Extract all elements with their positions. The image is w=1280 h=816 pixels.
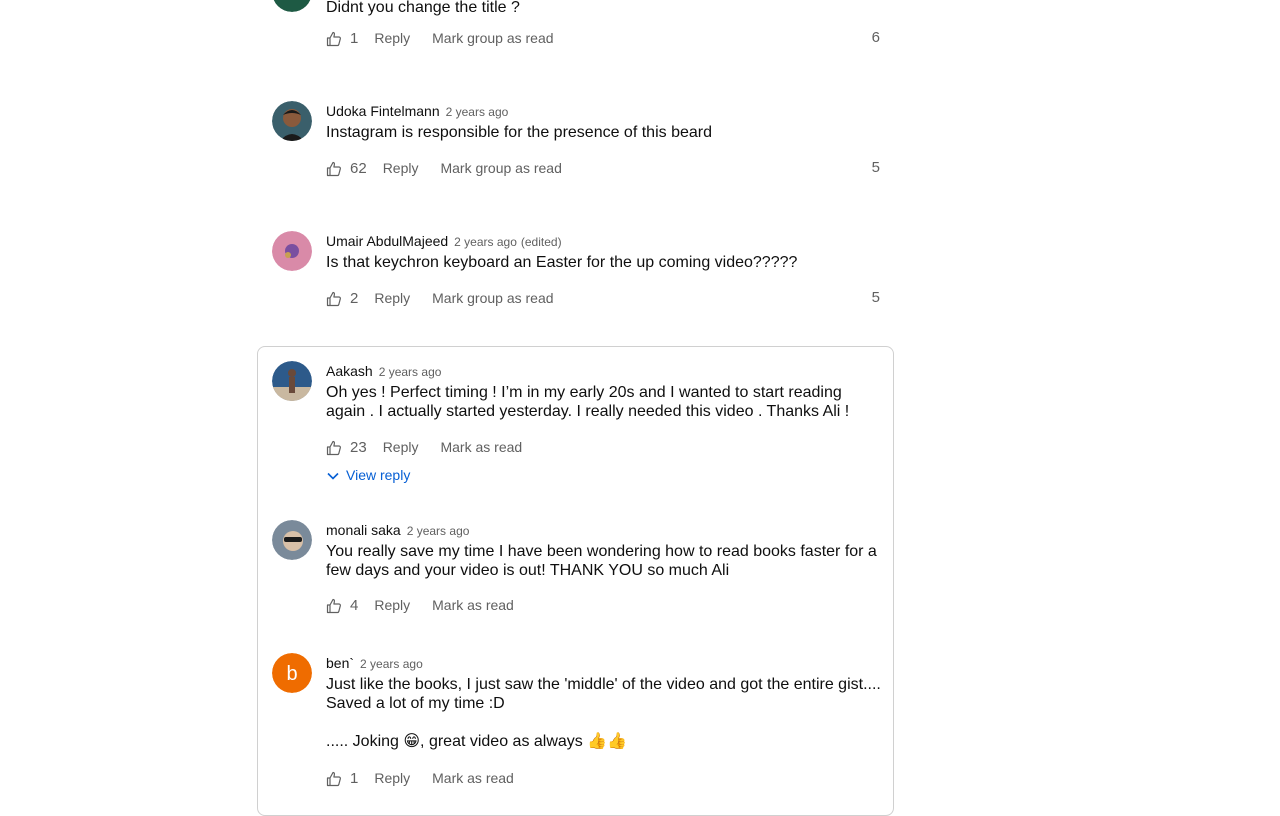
comment-header: Aakash 2 years ago [326,361,884,381]
reply-count: 5 [871,159,880,176]
timestamp[interactable]: 2 years ago [407,524,470,538]
thumbs-up-icon[interactable] [326,771,342,787]
comment-body: ben` 2 years ago Just like the books, I j… [326,653,884,751]
comment-actions: 1 Reply Mark as read [326,767,884,789]
timestamp[interactable]: 2 years ago [446,105,509,119]
thumbs-up-icon[interactable] [326,161,342,177]
mark-group-read-button[interactable]: Mark group as read [440,160,561,176]
comment-body: monali saka 2 years ago You really save m… [326,520,884,580]
thumbs-up-icon[interactable] [326,598,342,614]
reply-button[interactable]: Reply [374,597,410,613]
comment-actions: 2 Reply Mark group as read 5 [326,287,884,309]
mark-read-button[interactable]: Mark as read [432,770,514,786]
mark-read-button[interactable]: Mark as read [432,597,514,613]
avatar[interactable] [272,520,312,560]
comment-thread: Didnt you change the title ? 1 Reply Mark … [272,0,884,68]
view-reply-label: View reply [346,467,411,483]
comment-text: Instagram is responsible for the presenc… [326,124,712,141]
reply-button[interactable]: Reply [383,160,419,176]
reply-button[interactable]: Reply [374,30,410,46]
timestamp[interactable]: 2 years ago [379,365,442,379]
like-count: 23 [350,439,367,456]
comment-actions: 23 Reply Mark as read [326,436,884,458]
comment-text: Just like the books, I just saw the 'mid… [326,675,884,751]
thumbs-up-icon[interactable] [326,291,342,307]
comment-header: monali saka 2 years ago [326,520,884,540]
like-count: 1 [350,30,359,47]
avatar[interactable] [272,231,312,271]
avatar-letter: b [286,663,297,685]
avatar[interactable]: b [272,653,312,693]
edited-label: (edited) [520,235,562,249]
comment-body: Umair AbdulMajeed 2 years ago (edited) Is … [326,231,884,272]
author-name[interactable]: Aakash [326,363,373,379]
chevron-down-icon [327,473,339,480]
comment-actions: 62 Reply Mark group as read 5 [326,157,884,179]
comment-body: Aakash 2 years ago Oh yes ! Perfect timin… [326,361,884,421]
comment-text-line: Just like the books, I just saw the 'mid… [326,676,881,712]
comment-header: Udoka Fintelmann 2 years ago [326,101,884,121]
comment-body: Udoka Fintelmann 2 years ago Instagram is… [326,101,884,142]
comment-text-line: ..... Joking 😁, great video as always 👍👍 [326,733,628,750]
comment-thread: Umair AbdulMajeed 2 years ago (edited) Is … [272,231,884,321]
reply-count: 6 [871,29,880,46]
like-count: 2 [350,290,359,307]
reply-count: 5 [871,289,880,306]
comment-actions: 1 Reply Mark group as read 6 [326,27,884,49]
author-name[interactable]: ben` [326,655,354,671]
like-count: 62 [350,160,367,177]
comment-text: Didnt you change the title ? [326,0,520,16]
comment-header: Umair AbdulMajeed 2 years ago (edited) [326,231,884,251]
mark-group-read-button[interactable]: Mark group as read [432,290,553,306]
comment-thread: b ben` 2 years ago Just like the books, I… [272,653,884,793]
author-name[interactable]: Udoka Fintelmann [326,103,440,119]
reply-button[interactable]: Reply [374,290,410,306]
comment-thread: monali saka 2 years ago You really save m… [272,520,884,620]
comment-header: ben` 2 years ago [326,653,884,673]
mark-group-read-button[interactable]: Mark group as read [432,30,553,46]
mark-read-button[interactable]: Mark as read [440,439,522,455]
reply-button[interactable]: Reply [374,770,410,786]
timestamp[interactable]: 2 years ago [360,657,423,671]
author-name[interactable]: monali saka [326,522,401,538]
reply-button[interactable]: Reply [383,439,419,455]
avatar[interactable] [272,361,312,401]
like-count: 4 [350,597,359,614]
view-reply-button[interactable]: View reply [326,465,410,485]
comment-text: You really save my time I have been wond… [326,543,877,579]
comment-body: Didnt you change the title ? [326,0,884,17]
thumbs-up-icon[interactable] [326,440,342,456]
author-name[interactable]: Umair AbdulMajeed [326,233,448,249]
avatar[interactable] [272,101,312,141]
comment-text: Oh yes ! Perfect timing ! I’m in my earl… [326,384,850,420]
comment-text: Is that keychron keyboard an Easter for … [326,254,798,271]
like-count: 1 [350,770,359,787]
thumbs-up-icon[interactable] [326,31,342,47]
timestamp[interactable]: 2 years ago [454,235,517,249]
avatar[interactable] [272,0,312,12]
comment-actions: 4 Reply Mark as read [326,594,884,616]
comment-thread: Udoka Fintelmann 2 years ago Instagram is… [272,101,884,191]
comment-thread: Aakash 2 years ago Oh yes ! Perfect timin… [272,361,884,491]
